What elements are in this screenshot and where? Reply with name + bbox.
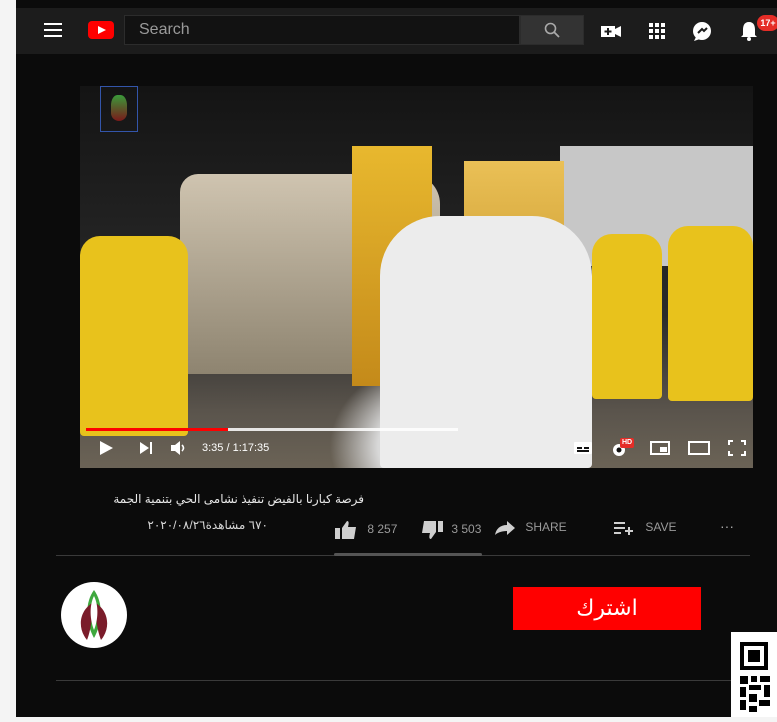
like-button[interactable]: 8 257 (334, 520, 397, 540)
play-icon[interactable] (98, 440, 114, 456)
hd-badge: HD (620, 438, 635, 448)
youtube-logo-icon[interactable] (88, 21, 114, 39)
subtitles-icon[interactable] (573, 440, 593, 456)
progress-bar[interactable] (86, 428, 458, 431)
next-icon[interactable] (138, 440, 154, 456)
search-input[interactable] (125, 16, 519, 44)
share-button[interactable]: SHARE (494, 520, 567, 536)
add-to-playlist-icon (614, 521, 633, 535)
menu-icon[interactable] (44, 23, 62, 37)
views-and-date: ٦٧٠ مشاهدة٢٠٢٠/٠٨/٢٦ (147, 518, 268, 532)
channel-watermark-logo (100, 86, 138, 132)
time-display: 3:35 / 1:17:35 (202, 442, 270, 454)
top-bar: 17+ (16, 8, 777, 54)
search-icon (544, 22, 560, 38)
dislike-count: 3 503 (451, 522, 482, 537)
messages-icon[interactable] (691, 20, 713, 42)
app-frame: 17+ 3:35 / 1:17:35 (16, 0, 777, 717)
notification-badge: 17+ (757, 15, 777, 31)
dislike-button[interactable]: 3 503 (420, 520, 481, 540)
video-player[interactable]: 3:35 / 1:17:35 HD (80, 86, 753, 468)
more-actions-icon[interactable]: ··· (720, 518, 734, 534)
video-title: فرصة كبارنا بالفيض تنفيذ نشامى الحي بتنم… (113, 492, 364, 506)
video-scene-person (80, 236, 188, 436)
save-button[interactable]: SAVE (614, 520, 676, 535)
video-scene-person (592, 234, 662, 399)
share-label: SHARE (525, 520, 567, 535)
fullscreen-icon[interactable] (728, 440, 746, 456)
subscribe-button[interactable]: اشترك (513, 587, 701, 630)
divider (56, 680, 750, 681)
qr-code-icon (740, 642, 770, 712)
search-field[interactable] (124, 15, 520, 45)
thumbs-up-icon (335, 521, 356, 539)
share-icon (495, 521, 515, 535)
volume-icon[interactable] (170, 440, 188, 456)
thumbs-down-icon (422, 521, 443, 539)
search-button[interactable] (520, 15, 584, 45)
channel-avatar[interactable] (61, 582, 127, 648)
channel-logo-icon (80, 590, 108, 640)
save-label: SAVE (645, 520, 677, 534)
qr-code (731, 632, 777, 717)
miniplayer-icon[interactable] (650, 440, 670, 456)
progress-played (86, 428, 229, 431)
theater-icon[interactable] (688, 440, 710, 456)
scroll-indicator (334, 553, 482, 556)
apps-grid-icon[interactable] (646, 20, 668, 42)
like-count: 8 257 (367, 522, 398, 537)
video-scene-person (668, 226, 753, 401)
create-video-icon[interactable] (600, 20, 622, 42)
